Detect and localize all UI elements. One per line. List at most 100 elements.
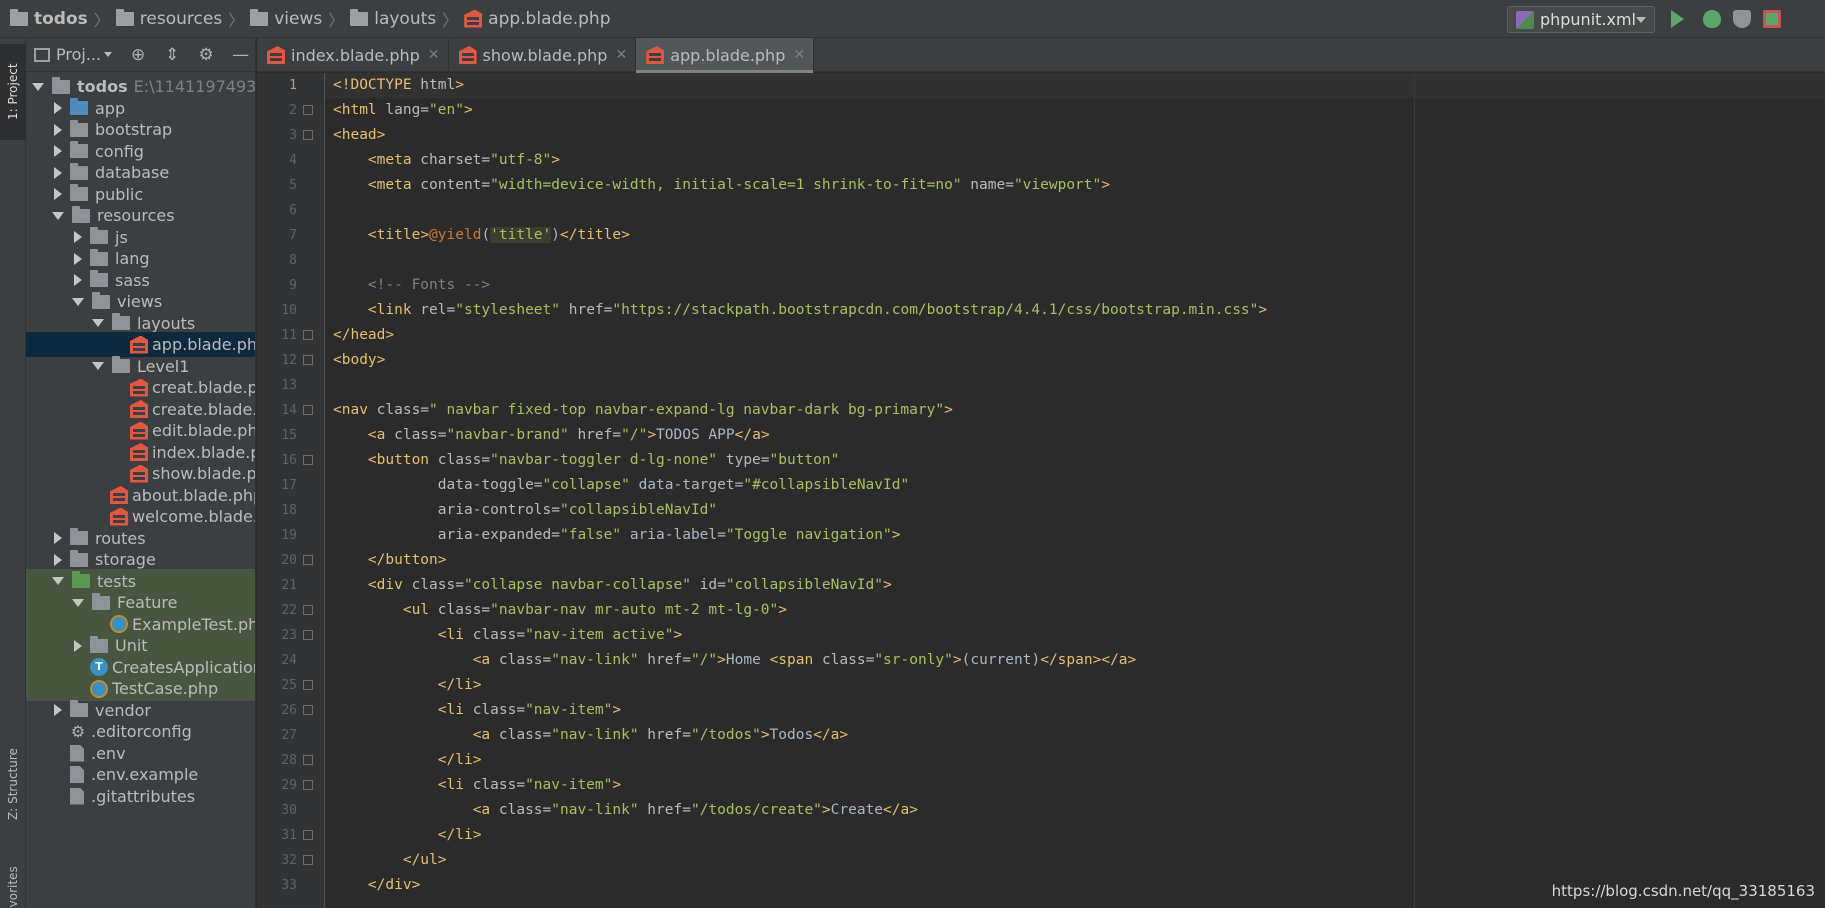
line-number: 13 xyxy=(281,378,297,393)
expanded-arrow-icon[interactable] xyxy=(72,297,84,306)
collapsed-arrow-icon[interactable] xyxy=(54,102,62,114)
code-line[interactable]: </li> xyxy=(333,823,482,848)
code-line[interactable]: </ul> xyxy=(333,848,447,873)
expanded-arrow-icon[interactable] xyxy=(72,598,84,607)
fold-marker-icon[interactable] xyxy=(303,455,313,465)
code-line[interactable]: aria-controls="collapsibleNavId" xyxy=(333,498,717,523)
code-line[interactable]: <nav class=" navbar fixed-top navbar-exp… xyxy=(333,398,953,423)
tab-show-blade-php[interactable]: show.blade.php ✕ xyxy=(449,38,637,72)
close-icon[interactable]: ✕ xyxy=(428,47,440,63)
tool-window-tab-structure[interactable]: Z: Structure xyxy=(0,738,26,830)
fold-marker-icon[interactable] xyxy=(303,755,313,765)
fold-marker-icon[interactable] xyxy=(303,605,313,615)
locate-icon[interactable]: ⊕ xyxy=(130,46,146,63)
project-view-select[interactable]: Proj... xyxy=(56,45,101,64)
fold-marker-icon[interactable] xyxy=(303,130,313,140)
folder-icon xyxy=(112,356,130,373)
code-line[interactable]: <link rel="stylesheet" href="https://sta… xyxy=(333,298,1267,323)
breadcrumb-item-views[interactable]: views xyxy=(250,8,322,29)
code-line[interactable]: <li class="nav-item"> xyxy=(333,773,621,798)
code-line[interactable]: <head> xyxy=(333,123,385,148)
code-line[interactable]: <html lang="en"> xyxy=(333,98,473,123)
profile-icon[interactable] xyxy=(1763,10,1781,28)
fold-marker-icon[interactable] xyxy=(303,680,313,690)
code-line[interactable]: <!-- Fonts --> xyxy=(333,273,490,298)
gear-icon[interactable]: ⚙ xyxy=(198,46,214,63)
fold-marker-icon[interactable] xyxy=(303,555,313,565)
fold-marker-icon[interactable] xyxy=(303,405,313,415)
collapsed-arrow-icon[interactable] xyxy=(54,704,62,716)
code-line[interactable]: <a class="nav-link" href="/">Home <span … xyxy=(333,648,1137,673)
chevron-down-icon xyxy=(104,52,113,57)
tab-index-blade-php[interactable]: index.blade.php ✕ xyxy=(257,38,449,72)
expanded-arrow-icon[interactable] xyxy=(52,577,64,585)
close-icon[interactable]: ✕ xyxy=(793,47,805,63)
fold-marker-icon[interactable] xyxy=(303,780,313,790)
breadcrumb-item-todos[interactable]: todos xyxy=(10,8,88,29)
collapsed-arrow-icon[interactable] xyxy=(54,188,62,200)
tree-item-label: layouts xyxy=(137,313,196,333)
breadcrumb-item-layouts[interactable]: layouts xyxy=(350,8,436,29)
tree-item-gitattributes[interactable]: .gitattributes xyxy=(26,784,255,809)
tool-window-tab-project[interactable]: 1: Project xyxy=(0,44,26,140)
code-line[interactable]: <a class="nav-link" href="/todos/create"… xyxy=(333,798,918,823)
code-line[interactable]: </button> xyxy=(333,548,447,573)
code-line[interactable]: <li class="nav-item active"> xyxy=(333,623,682,648)
collapsed-arrow-icon[interactable] xyxy=(54,532,62,544)
code-line[interactable]: <a class="navbar-brand" href="/">TODOS A… xyxy=(333,423,770,448)
expanded-arrow-icon[interactable] xyxy=(52,211,64,220)
code-line[interactable]: <button class="navbar-toggler d-lg-none"… xyxy=(333,448,839,473)
collapsed-arrow-icon[interactable] xyxy=(74,639,82,652)
debug-icon[interactable] xyxy=(1703,10,1721,28)
collapsed-arrow-icon[interactable] xyxy=(54,166,62,179)
line-number: 29 xyxy=(281,778,297,793)
code-line[interactable]: aria-expanded="false" aria-label="Toggle… xyxy=(333,523,901,548)
run-with-coverage-icon[interactable] xyxy=(1733,10,1751,28)
fold-marker-icon[interactable] xyxy=(303,105,313,115)
code-line[interactable]: </li> xyxy=(333,673,482,698)
hide-icon[interactable]: — xyxy=(232,46,249,63)
breadcrumb-item-file[interactable]: app.blade.php xyxy=(464,9,611,29)
fold-marker-icon[interactable] xyxy=(303,855,313,865)
code-line[interactable]: <meta content="width=device-width, initi… xyxy=(333,173,1110,198)
fold-marker-icon[interactable] xyxy=(303,705,313,715)
breadcrumb-item-resources[interactable]: resources xyxy=(115,8,222,29)
navigation-bar: todos 〉 resources 〉 views 〉 layouts 〉 ap… xyxy=(0,0,1825,38)
line-number: 30 xyxy=(281,803,297,818)
collapsed-arrow-icon[interactable] xyxy=(74,231,82,243)
collapsed-arrow-icon[interactable] xyxy=(74,252,82,265)
code-line[interactable]: <body> xyxy=(333,348,385,373)
code-line[interactable]: </head> xyxy=(333,323,394,348)
fold-marker-icon[interactable] xyxy=(303,330,313,340)
code-line[interactable]: <meta charset="utf-8"> xyxy=(333,148,560,173)
expanded-arrow-icon[interactable] xyxy=(92,319,104,327)
collapsed-arrow-icon[interactable] xyxy=(54,123,62,136)
fold-marker-icon[interactable] xyxy=(303,830,313,840)
collapsed-arrow-icon[interactable] xyxy=(54,553,62,566)
code-line[interactable]: </div> xyxy=(333,873,420,898)
code-editor[interactable]: 1 2 3 4 5 6 7 8 9 10 11 12 13 14 15 16 17 18 19 20 21 22 23 24 2… xyxy=(257,73,1825,908)
collapsed-arrow-icon[interactable] xyxy=(54,145,62,157)
code-line[interactable]: <title>@yield('title')</title> xyxy=(333,223,630,248)
close-icon[interactable]: ✕ xyxy=(615,47,627,63)
code-line[interactable]: <ul class="navbar-nav mr-auto mt-2 mt-lg… xyxy=(333,598,787,623)
run-configuration-select[interactable]: phpunit.xml xyxy=(1507,6,1655,33)
code-line[interactable]: <a class="nav-link" href="/todos">Todos<… xyxy=(333,723,848,748)
expanded-arrow-icon[interactable] xyxy=(32,82,44,91)
line-number: 31 xyxy=(281,828,297,843)
code-line[interactable]: <li class="nav-item"> xyxy=(333,698,621,723)
code-line[interactable]: <div class="collapse navbar-collapse" id… xyxy=(333,573,892,598)
collapse-all-icon[interactable]: ⇕ xyxy=(164,46,180,63)
line-number: 1 xyxy=(289,78,297,93)
code-line[interactable]: data-toggle="collapse" data-target="#col… xyxy=(333,473,909,498)
tab-app-blade-php[interactable]: app.blade.php ✕ xyxy=(636,38,815,73)
collapsed-arrow-icon[interactable] xyxy=(74,274,82,286)
run-icon[interactable] xyxy=(1671,10,1684,28)
code-line[interactable]: <!DOCTYPE html> xyxy=(333,73,464,98)
tool-window-tab-favorites[interactable]: 2: Favorites xyxy=(0,856,26,908)
watermark: https://blog.csdn.net/qq_33185163 xyxy=(1551,882,1815,900)
expanded-arrow-icon[interactable] xyxy=(92,362,104,370)
fold-marker-icon[interactable] xyxy=(303,355,313,365)
code-line[interactable]: </li> xyxy=(333,748,482,773)
fold-marker-icon[interactable] xyxy=(303,630,313,640)
